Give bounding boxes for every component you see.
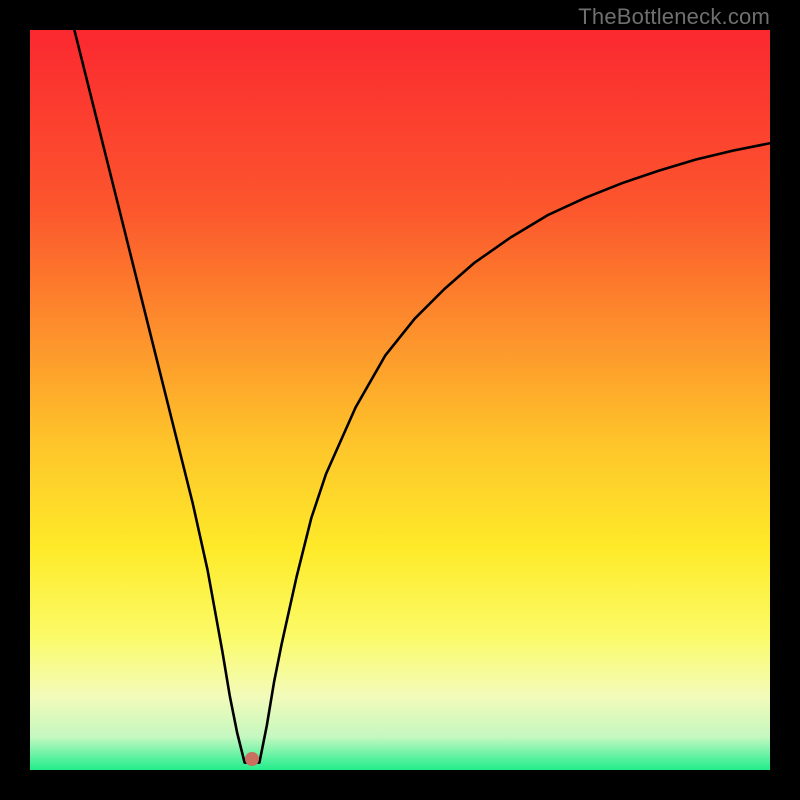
watermark-text: TheBottleneck.com bbox=[578, 4, 770, 30]
chart-frame bbox=[30, 30, 770, 770]
gradient-background bbox=[30, 30, 770, 770]
chart-svg bbox=[30, 30, 770, 770]
optimal-point-dot bbox=[245, 752, 259, 766]
